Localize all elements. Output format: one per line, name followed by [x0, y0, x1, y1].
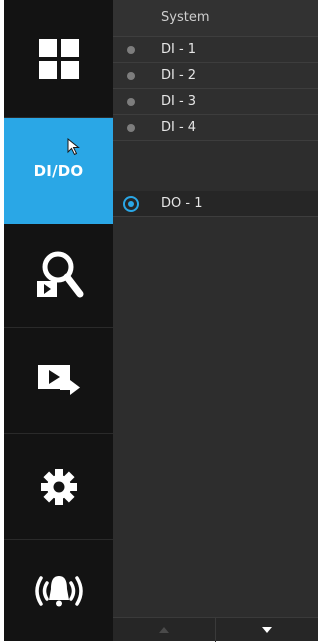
- status-dot-icon: [127, 124, 135, 132]
- cursor-arrow-icon: [67, 138, 80, 156]
- channel-row-di-3[interactable]: DI - 3: [113, 89, 318, 115]
- channel-panel: System DI - 1 DI - 2 DI - 3 DI - 4 DO - …: [113, 0, 318, 642]
- search-playback-icon: [36, 251, 83, 297]
- scroll-up-button[interactable]: [113, 618, 215, 642]
- channel-row-do-1[interactable]: DO - 1: [113, 191, 318, 217]
- chevron-up-icon: [159, 627, 169, 633]
- channel-row-di-2[interactable]: DI - 2: [113, 63, 318, 89]
- radio-selected-icon: [123, 196, 139, 212]
- status-dot-icon: [127, 72, 135, 80]
- channel-label: DI - 3: [161, 94, 197, 109]
- sidebar-item-label: DI/DO: [33, 162, 84, 180]
- panel-header: System: [113, 0, 318, 37]
- alarm-bell-icon: [34, 575, 83, 606]
- panel-header-label: System: [161, 10, 210, 25]
- sidebar-item-search[interactable]: [4, 224, 113, 328]
- channel-row-di-1[interactable]: DI - 1: [113, 37, 318, 63]
- sidebar-item-export[interactable]: [4, 328, 113, 434]
- export-video-icon: [37, 364, 80, 395]
- channel-label: DI - 4: [161, 120, 197, 135]
- status-dot-icon: [127, 46, 135, 54]
- sidebar-item-dido[interactable]: DI/DO: [4, 118, 113, 224]
- sidebar: DI/DO: [4, 0, 113, 641]
- gear-icon: [40, 468, 77, 505]
- channel-label: DI - 1: [161, 42, 197, 57]
- sidebar-item-alarm[interactable]: [4, 540, 113, 641]
- chevron-down-icon: [261, 627, 272, 633]
- scroll-down-button[interactable]: [215, 618, 317, 642]
- channel-row-di-4[interactable]: DI - 4: [113, 115, 318, 141]
- app-frame: DI/DO System DI - 1 DI - 2 DI - 3 DI - 4…: [4, 0, 318, 642]
- channel-label: DO - 1: [161, 196, 203, 211]
- sidebar-item-layout[interactable]: [4, 0, 113, 118]
- channel-label: DI - 2: [161, 68, 197, 83]
- status-dot-icon: [127, 98, 135, 106]
- sidebar-item-settings[interactable]: [4, 434, 113, 540]
- layout-grid-icon: [38, 38, 79, 79]
- scroll-footer: [113, 617, 318, 642]
